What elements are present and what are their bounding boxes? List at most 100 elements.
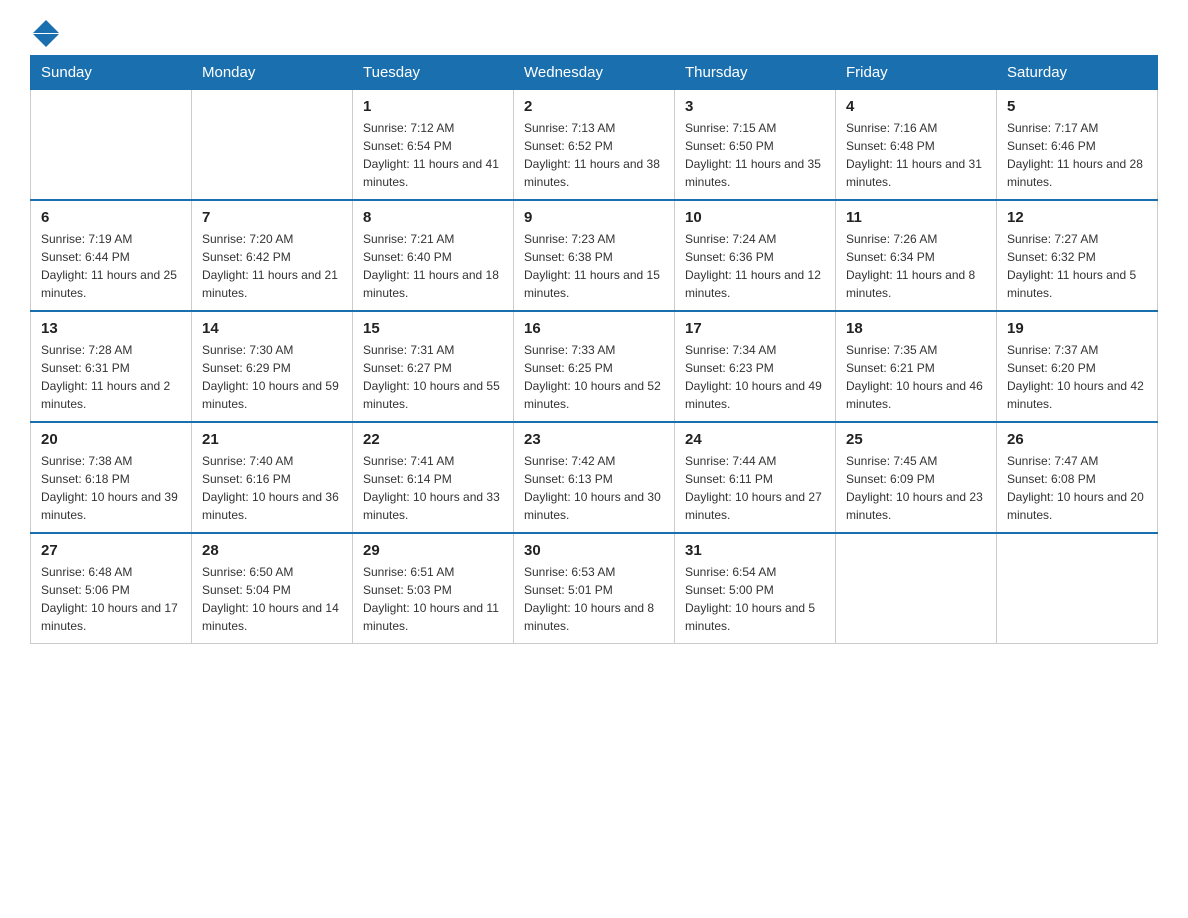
day-info: Sunrise: 7:17 AMSunset: 6:46 PMDaylight:… [1007,119,1147,191]
calendar-cell: 9Sunrise: 7:23 AMSunset: 6:38 PMDaylight… [514,200,675,311]
day-info: Sunrise: 7:12 AMSunset: 6:54 PMDaylight:… [363,119,503,191]
day-number: 6 [41,209,181,226]
day-info: Sunrise: 7:26 AMSunset: 6:34 PMDaylight:… [846,230,986,302]
day-info: Sunrise: 6:50 AMSunset: 5:04 PMDaylight:… [202,563,342,635]
calendar-cell: 30Sunrise: 6:53 AMSunset: 5:01 PMDayligh… [514,533,675,644]
day-info: Sunrise: 7:24 AMSunset: 6:36 PMDaylight:… [685,230,825,302]
day-number: 13 [41,320,181,337]
calendar-cell: 28 Sunrise: 6:50 AMSunset: 5:04 PMDayligh… [192,533,353,644]
day-info: Sunrise: 6:53 AMSunset: 5:01 PMDaylight:… [524,563,664,635]
day-number: 22 [363,431,503,448]
calendar-cell: 12Sunrise: 7:27 AMSunset: 6:32 PMDayligh… [997,200,1158,311]
calendar-cell: 5 Sunrise: 7:17 AMSunset: 6:46 PMDaylight… [997,90,1158,201]
day-info: Sunrise: 7:37 AMSunset: 6:20 PMDaylight:… [1007,341,1147,413]
header-thursday: Thursday [675,56,836,90]
calendar-cell: 29Sunrise: 6:51 AMSunset: 5:03 PMDayligh… [353,533,514,644]
header-saturday: Saturday [997,56,1158,90]
calendar-cell: 15 Sunrise: 7:31 AMSunset: 6:27 PMDayligh… [353,311,514,422]
day-info: Sunrise: 7:19 AMSunset: 6:44 PMDaylight:… [41,230,181,302]
calendar-cell [836,533,997,644]
calendar-cell: 17 Sunrise: 7:34 AMSunset: 6:23 PMDayligh… [675,311,836,422]
day-info: Sunrise: 7:13 AMSunset: 6:52 PMDaylight:… [524,119,664,191]
calendar-cell [997,533,1158,644]
day-number: 7 [202,209,342,226]
day-number: 24 [685,431,825,448]
day-info: Sunrise: 7:34 AMSunset: 6:23 PMDaylight:… [685,341,825,413]
day-info: Sunrise: 6:54 AMSunset: 5:00 PMDaylight:… [685,563,825,635]
day-number: 14 [202,320,342,337]
header-sunday: Sunday [31,56,192,90]
day-number: 15 [363,320,503,337]
day-info: Sunrise: 7:42 AMSunset: 6:13 PMDaylight:… [524,452,664,524]
day-number: 25 [846,431,986,448]
calendar-cell: 3 Sunrise: 7:15 AMSunset: 6:50 PMDaylight… [675,90,836,201]
header-wednesday: Wednesday [514,56,675,90]
calendar-cell [192,90,353,201]
calendar-cell: 6 Sunrise: 7:19 AMSunset: 6:44 PMDaylight… [31,200,192,311]
day-info: Sunrise: 7:44 AMSunset: 6:11 PMDaylight:… [685,452,825,524]
day-info: Sunrise: 7:41 AMSunset: 6:14 PMDaylight:… [363,452,503,524]
day-info: Sunrise: 7:30 AMSunset: 6:29 PMDaylight:… [202,341,342,413]
calendar-cell: 14 Sunrise: 7:30 AMSunset: 6:29 PMDayligh… [192,311,353,422]
day-info: Sunrise: 7:45 AMSunset: 6:09 PMDaylight:… [846,452,986,524]
calendar-cell: 2Sunrise: 7:13 AMSunset: 6:52 PMDaylight… [514,90,675,201]
calendar-week-row: 13 Sunrise: 7:28 AMSunset: 6:31 PMDayligh… [31,311,1158,422]
day-info: Sunrise: 7:15 AMSunset: 6:50 PMDaylight:… [685,119,825,191]
header-friday: Friday [836,56,997,90]
page-header [30,20,1158,45]
calendar-cell: 11Sunrise: 7:26 AMSunset: 6:34 PMDayligh… [836,200,997,311]
calendar-week-row: 6 Sunrise: 7:19 AMSunset: 6:44 PMDaylight… [31,200,1158,311]
logo-flag-icon [33,20,59,47]
day-info: Sunrise: 7:33 AMSunset: 6:25 PMDaylight:… [524,341,664,413]
day-info: Sunrise: 7:16 AMSunset: 6:48 PMDaylight:… [846,119,986,191]
day-number: 17 [685,320,825,337]
calendar-cell: 23Sunrise: 7:42 AMSunset: 6:13 PMDayligh… [514,422,675,533]
weekday-header-row: Sunday Monday Tuesday Wednesday Thursday… [31,56,1158,90]
header-tuesday: Tuesday [353,56,514,90]
calendar-cell: 24 Sunrise: 7:44 AMSunset: 6:11 PMDayligh… [675,422,836,533]
day-number: 28 [202,542,342,559]
logo-wrapper [30,20,59,47]
day-info: Sunrise: 7:21 AMSunset: 6:40 PMDaylight:… [363,230,503,302]
calendar-table: Sunday Monday Tuesday Wednesday Thursday… [30,55,1158,644]
day-number: 21 [202,431,342,448]
calendar-cell: 19 Sunrise: 7:37 AMSunset: 6:20 PMDayligh… [997,311,1158,422]
calendar-cell: 16 Sunrise: 7:33 AMSunset: 6:25 PMDayligh… [514,311,675,422]
day-number: 9 [524,209,664,226]
day-info: Sunrise: 7:28 AMSunset: 6:31 PMDaylight:… [41,341,181,413]
day-info: Sunrise: 6:48 AMSunset: 5:06 PMDaylight:… [41,563,181,635]
day-number: 10 [685,209,825,226]
day-number: 19 [1007,320,1147,337]
calendar-week-row: 1Sunrise: 7:12 AMSunset: 6:54 PMDaylight… [31,90,1158,201]
calendar-cell: 10 Sunrise: 7:24 AMSunset: 6:36 PMDayligh… [675,200,836,311]
calendar-cell: 8Sunrise: 7:21 AMSunset: 6:40 PMDaylight… [353,200,514,311]
day-number: 27 [41,542,181,559]
calendar-cell: 13 Sunrise: 7:28 AMSunset: 6:31 PMDayligh… [31,311,192,422]
calendar-cell: 26Sunrise: 7:47 AMSunset: 6:08 PMDayligh… [997,422,1158,533]
day-number: 4 [846,98,986,115]
calendar-week-row: 27 Sunrise: 6:48 AMSunset: 5:06 PMDayligh… [31,533,1158,644]
calendar-cell [31,90,192,201]
day-number: 16 [524,320,664,337]
day-info: Sunrise: 7:20 AMSunset: 6:42 PMDaylight:… [202,230,342,302]
day-number: 31 [685,542,825,559]
calendar-cell: 22 Sunrise: 7:41 AMSunset: 6:14 PMDayligh… [353,422,514,533]
day-number: 20 [41,431,181,448]
calendar-cell: 7 Sunrise: 7:20 AMSunset: 6:42 PMDaylight… [192,200,353,311]
day-info: Sunrise: 7:38 AMSunset: 6:18 PMDaylight:… [41,452,181,524]
day-info: Sunrise: 7:31 AMSunset: 6:27 PMDaylight:… [363,341,503,413]
day-info: Sunrise: 7:35 AMSunset: 6:21 PMDaylight:… [846,341,986,413]
day-number: 3 [685,98,825,115]
calendar-body: 1Sunrise: 7:12 AMSunset: 6:54 PMDaylight… [31,90,1158,644]
calendar-cell: 20 Sunrise: 7:38 AMSunset: 6:18 PMDayligh… [31,422,192,533]
calendar-cell: 25 Sunrise: 7:45 AMSunset: 6:09 PMDayligh… [836,422,997,533]
calendar-cell: 27 Sunrise: 6:48 AMSunset: 5:06 PMDayligh… [31,533,192,644]
day-info: Sunrise: 7:40 AMSunset: 6:16 PMDaylight:… [202,452,342,524]
calendar-cell: 18 Sunrise: 7:35 AMSunset: 6:21 PMDayligh… [836,311,997,422]
calendar-cell: 1Sunrise: 7:12 AMSunset: 6:54 PMDaylight… [353,90,514,201]
day-number: 5 [1007,98,1147,115]
day-number: 18 [846,320,986,337]
calendar-cell: 21 Sunrise: 7:40 AMSunset: 6:16 PMDayligh… [192,422,353,533]
calendar-cell: 31 Sunrise: 6:54 AMSunset: 5:00 PMDayligh… [675,533,836,644]
calendar-week-row: 20 Sunrise: 7:38 AMSunset: 6:18 PMDayligh… [31,422,1158,533]
